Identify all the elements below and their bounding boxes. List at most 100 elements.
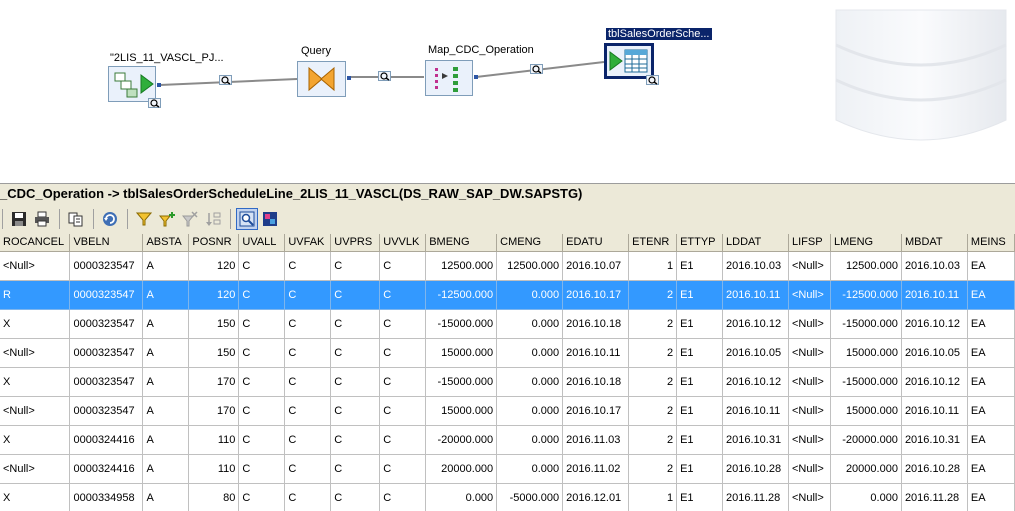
table-cell-ettyp[interactable]: E1	[676, 367, 724, 397]
table-cell-lmeng[interactable]: 20000.000	[830, 454, 902, 484]
table-cell-lmeng[interactable]: 15000.000	[830, 396, 902, 426]
table-cell-etenr[interactable]: 2	[628, 454, 678, 484]
column-header-uvfak[interactable]: UVFAK	[284, 234, 332, 252]
column-header-bmeng[interactable]: BMENG	[425, 234, 498, 252]
column-header-lifsp[interactable]: LIFSP	[788, 234, 831, 252]
table-cell-ettyp[interactable]: E1	[676, 483, 724, 511]
table-cell-uvvlk[interactable]: C	[379, 367, 427, 397]
table-cell-uvfak[interactable]: C	[284, 309, 332, 339]
view-data-button[interactable]	[236, 208, 258, 230]
table-cell-uvvlk[interactable]: C	[379, 454, 427, 484]
table-cell-uvvlk[interactable]: C	[379, 338, 427, 368]
table-cell-mbdat[interactable]: 2016.10.12	[901, 367, 968, 397]
table-cell-uvall[interactable]: C	[238, 309, 286, 339]
column-header-lddat[interactable]: LDDAT	[722, 234, 789, 252]
table-cell-uvfak[interactable]: C	[284, 396, 332, 426]
target-view-data-button[interactable]	[646, 75, 659, 85]
table-cell-uvfak[interactable]: C	[284, 338, 332, 368]
table-cell-uvprs[interactable]: C	[330, 367, 381, 397]
column-header-meins[interactable]: MEINS	[967, 234, 1015, 252]
table-cell-absta[interactable]: A	[142, 251, 190, 281]
table-cell-vbeln[interactable]: 0000323547	[69, 338, 144, 368]
table-cell-ettyp[interactable]: E1	[676, 425, 724, 455]
table-cell-uvprs[interactable]: C	[330, 454, 381, 484]
table-cell-lddat[interactable]: 2016.10.28	[722, 454, 789, 484]
table-cell-uvall[interactable]: C	[238, 425, 286, 455]
table-cell-lddat[interactable]: 2016.11.28	[722, 483, 789, 511]
print-button[interactable]	[31, 208, 53, 230]
refresh-button[interactable]	[99, 208, 121, 230]
table-cell-absta[interactable]: A	[142, 309, 190, 339]
table-cell-posnr[interactable]: 120	[188, 251, 240, 281]
table-cell-rocancel[interactable]: R	[0, 280, 71, 310]
table-cell-posnr[interactable]: 170	[188, 396, 240, 426]
table-cell-etenr[interactable]: 2	[628, 309, 678, 339]
table-cell-meins[interactable]: EA	[967, 425, 1015, 455]
table-cell-ettyp[interactable]: E1	[676, 396, 724, 426]
table-cell-absta[interactable]: A	[142, 396, 190, 426]
table-cell-uvvlk[interactable]: C	[379, 396, 427, 426]
column-header-uvprs[interactable]: UVPRS	[330, 234, 381, 252]
sort-button[interactable]	[202, 208, 224, 230]
table-cell-etenr[interactable]: 2	[628, 338, 678, 368]
table-cell-mbdat[interactable]: 2016.10.05	[901, 338, 968, 368]
column-header-uvvlk[interactable]: UVVLK	[379, 234, 427, 252]
table-cell-cmeng[interactable]: 0.000	[496, 425, 564, 455]
table-cell-uvfak[interactable]: C	[284, 367, 332, 397]
table-cell-vbeln[interactable]: 0000324416	[69, 454, 144, 484]
table-cell-etenr[interactable]: 2	[628, 396, 678, 426]
table-cell-lmeng[interactable]: -12500.000	[830, 280, 902, 310]
table-cell-etenr[interactable]: 2	[628, 367, 678, 397]
table-cell-mbdat[interactable]: 2016.10.11	[901, 396, 968, 426]
target-table-box[interactable]	[604, 43, 654, 79]
map-cdc-operation-box[interactable]	[425, 60, 473, 96]
table-cell-rocancel[interactable]: X	[0, 309, 71, 339]
table-row[interactable]: X 0000323547 A 150 C C C C -15000.000 0.000 2016.1…	[0, 309, 1015, 339]
table-cell-lifsp[interactable]: <Null>	[788, 454, 831, 484]
table-cell-edatu[interactable]: 2016.10.17	[562, 396, 630, 426]
table-row[interactable]: <Null> 0000323547 A 120 C C C C 12500.000 12500.0…	[0, 251, 1015, 281]
table-cell-uvall[interactable]: C	[238, 338, 286, 368]
source-node-box[interactable]	[108, 66, 156, 102]
table-cell-cmeng[interactable]: -5000.000	[496, 483, 564, 511]
table-cell-rocancel[interactable]: <Null>	[0, 251, 71, 281]
table-cell-cmeng[interactable]: 12500.000	[496, 251, 564, 281]
table-row[interactable]: <Null> 0000323547 A 150 C C C C 15000.000 0.000 20…	[0, 338, 1015, 368]
table-cell-bmeng[interactable]: 12500.000	[425, 251, 498, 281]
table-cell-vbeln[interactable]: 0000323547	[69, 367, 144, 397]
table-cell-lmeng[interactable]: -15000.000	[830, 309, 902, 339]
table-cell-vbeln[interactable]: 0000334958	[69, 483, 144, 511]
table-cell-uvvlk[interactable]: C	[379, 483, 427, 511]
table-row[interactable]: <Null> 0000324416 A 110 C C C C 20000.000 0.000 20…	[0, 454, 1015, 484]
table-cell-bmeng[interactable]: -15000.000	[425, 367, 498, 397]
column-header-vbeln[interactable]: VBELN	[69, 234, 144, 252]
table-cell-uvfak[interactable]: C	[284, 280, 332, 310]
table-cell-uvfak[interactable]: C	[284, 251, 332, 281]
table-cell-uvall[interactable]: C	[238, 396, 286, 426]
table-cell-lddat[interactable]: 2016.10.12	[722, 367, 789, 397]
table-cell-vbeln[interactable]: 0000323547	[69, 280, 144, 310]
table-cell-lmeng[interactable]: 12500.000	[830, 251, 902, 281]
table-cell-bmeng[interactable]: -20000.000	[425, 425, 498, 455]
table-cell-etenr[interactable]: 2	[628, 425, 678, 455]
table-cell-lmeng[interactable]: 15000.000	[830, 338, 902, 368]
table-cell-lmeng[interactable]: 0.000	[830, 483, 902, 511]
table-cell-posnr[interactable]: 110	[188, 454, 240, 484]
table-cell-cmeng[interactable]: 0.000	[496, 309, 564, 339]
table-cell-edatu[interactable]: 2016.10.11	[562, 338, 630, 368]
column-header-cmeng[interactable]: CMENG	[496, 234, 564, 252]
table-cell-rocancel[interactable]: <Null>	[0, 338, 71, 368]
table-cell-cmeng[interactable]: 0.000	[496, 367, 564, 397]
table-cell-lddat[interactable]: 2016.10.11	[722, 280, 789, 310]
link-view-data-button-2[interactable]	[378, 71, 391, 81]
table-cell-absta[interactable]: A	[142, 367, 190, 397]
table-cell-rocancel[interactable]: <Null>	[0, 396, 71, 426]
table-row[interactable]: X 0000324416 A 110 C C C C -20000.000 0.000 2016.1…	[0, 425, 1015, 455]
table-cell-posnr[interactable]: 80	[188, 483, 240, 511]
query-output-port[interactable]	[347, 76, 351, 80]
table-cell-posnr[interactable]: 150	[188, 338, 240, 368]
table-cell-lddat[interactable]: 2016.10.12	[722, 309, 789, 339]
table-cell-cmeng[interactable]: 0.000	[496, 338, 564, 368]
copy-button[interactable]	[65, 208, 87, 230]
table-cell-uvall[interactable]: C	[238, 483, 286, 511]
